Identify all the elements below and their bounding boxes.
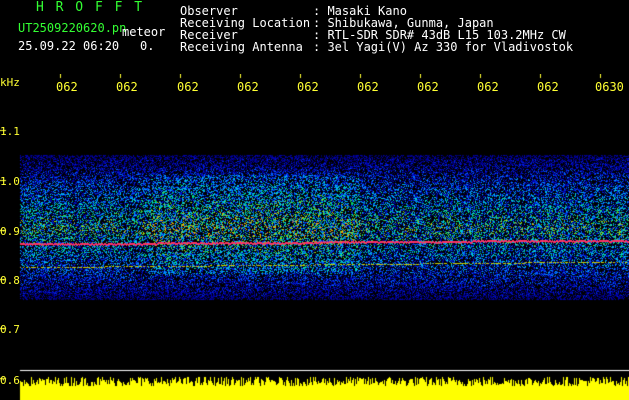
x-tick-7: 062: [417, 80, 439, 94]
x-tick-1: 062: [56, 80, 78, 94]
y-tick-0-6: 0.6: [0, 374, 20, 387]
y-tick-0-8: 0.8: [0, 274, 20, 287]
date-time: 25.09.22 06:20: [18, 39, 120, 53]
x-tick-6: 062: [357, 80, 379, 94]
antenna-value: : 3el Yagi(V) Az 330 for Vladivostok: [313, 40, 574, 54]
antenna-label: Receiving Antenna: [180, 40, 303, 54]
x-tick-10: 0630: [595, 80, 624, 94]
x-tick-3: 062: [177, 80, 199, 94]
x-tick-8: 062: [477, 80, 499, 94]
x-tick-9: 062: [537, 80, 559, 94]
y-tick-1-1: 1.1: [0, 125, 20, 138]
x-tick-4: 062: [237, 80, 259, 94]
header-panel: H R O F F T UT2509220620.pn meteor 25.09…: [0, 0, 629, 74]
y-tick-0-9: 0.9: [0, 225, 20, 238]
filename: UT2509220620.pn: [18, 21, 127, 35]
y-tick-1-0: 1.0: [0, 175, 20, 188]
event-count: 0.: [140, 39, 155, 53]
mode-label: meteor: [122, 25, 166, 39]
y-tick-0-7: 0.7: [0, 323, 20, 336]
x-tick-5: 062: [297, 80, 319, 94]
app-name: H R O F F T: [36, 0, 145, 15]
spectrogram-canvas: [0, 74, 629, 400]
y-unit-label: kHz: [0, 76, 20, 89]
x-tick-2: 062: [116, 80, 138, 94]
